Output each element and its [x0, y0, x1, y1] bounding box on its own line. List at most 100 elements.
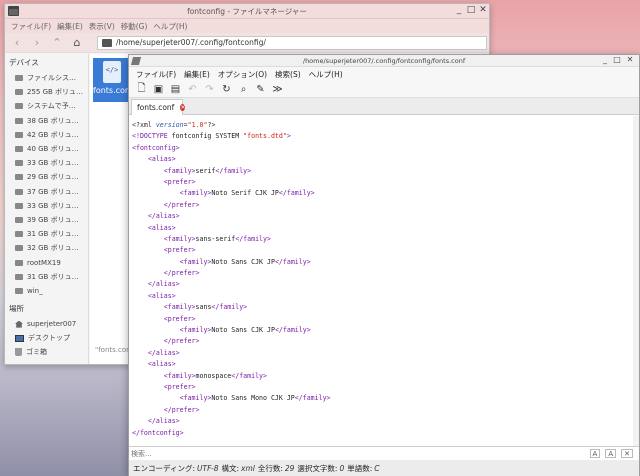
words-refresh-icon[interactable]: C: [374, 464, 379, 473]
sidebar-item-label: ファイルシス…: [27, 74, 76, 83]
editor-maximize-button[interactable]: □: [611, 55, 623, 64]
sidebar-item-label: 39 GB ボリュ…: [27, 215, 79, 224]
path-bar[interactable]: /home/superjeter007/.config/fontconfig/: [97, 35, 487, 50]
encoding-label: エンコーディング:: [133, 463, 196, 473]
menu-go[interactable]: 移動(G): [121, 21, 148, 32]
sidebar-item-label: ゴミ箱: [26, 348, 47, 357]
editor-menu-search[interactable]: 検索(S): [275, 69, 301, 80]
sidebar-device[interactable]: 31 GB ボリュ…: [5, 270, 88, 284]
match-case-button[interactable]: A: [589, 449, 601, 458]
editor-toolbar: 🗋 ▣ ▤ ↶ ↷ ↻ ⌕ ✎ ≫: [129, 81, 639, 98]
selected-value: 0: [339, 463, 345, 473]
maximize-button[interactable]: □: [465, 5, 477, 15]
sidebar-device[interactable]: 31 GB ボリュ…: [5, 227, 88, 241]
tab-close-icon[interactable]: ✕: [180, 104, 186, 111]
code-line: </prefer>: [163, 405, 200, 414]
sidebar-device[interactable]: 42 GB ボリュ…: [5, 128, 88, 142]
sidebar-item-desktop[interactable]: デスクトップ: [5, 331, 88, 345]
minimize-button[interactable]: _: [453, 5, 465, 15]
drive-icon: [15, 202, 23, 209]
undo-icon[interactable]: ↶: [187, 84, 198, 95]
code-line: </alias>: [147, 417, 180, 426]
search-icon[interactable]: ⌕: [238, 84, 249, 95]
sidebar-item-trash[interactable]: ゴミ箱: [5, 345, 88, 359]
sidebar-device[interactable]: システムで予…: [5, 99, 88, 113]
editor-titlebar[interactable]: /home/superjeter007/.config/fontconfig/f…: [129, 55, 639, 67]
sidebar-device[interactable]: 39 GB ボリュ…: [5, 213, 88, 227]
drive-icon: [15, 259, 23, 266]
close-button[interactable]: ✕: [477, 5, 489, 15]
editor-title: /home/superjeter007/.config/fontconfig/f…: [302, 57, 466, 65]
drive-icon: [15, 89, 23, 96]
code-editor[interactable]: <?xml version="1.0"?> <!DOCTYPE fontconf…: [129, 116, 639, 446]
replace-icon[interactable]: ✎: [255, 84, 266, 95]
sidebar-item-label: 42 GB ボリュ…: [27, 130, 79, 139]
save-icon[interactable]: ▤: [170, 84, 181, 95]
sidebar-device[interactable]: 29 GB ボリュ…: [5, 170, 88, 184]
trash-icon: [15, 348, 22, 357]
xml-file-icon: [103, 61, 121, 83]
menu-edit[interactable]: 編集(E): [57, 21, 83, 32]
new-file-icon[interactable]: 🗋: [136, 81, 147, 98]
code-line: <prefer>: [163, 177, 196, 186]
code-line: <alias>: [147, 360, 176, 369]
file-item-fonts-conf[interactable]: fonts.conf: [93, 58, 133, 102]
file-item-label: fonts.conf: [93, 86, 133, 95]
code-line: <alias>: [147, 223, 176, 232]
tab-label: fonts.conf: [137, 103, 175, 112]
syntax-value: xml: [241, 463, 255, 473]
editor-scrollbar[interactable]: [633, 116, 639, 446]
editor-close-button[interactable]: ✕: [624, 55, 636, 64]
sidebar-item-label: 29 GB ボリュ…: [27, 173, 79, 182]
editor-menu-edit[interactable]: 編集(E): [184, 69, 210, 80]
sidebar-device[interactable]: 33 GB ボリュ…: [5, 199, 88, 213]
code-line: </prefer>: [163, 269, 200, 278]
desktop-icon: [15, 334, 24, 342]
editor-menu-file[interactable]: ファイル(F): [136, 69, 176, 80]
code-line: <family>sans-serif</family>: [163, 234, 271, 243]
sidebar-device[interactable]: 38 GB ボリュ…: [5, 114, 88, 128]
redo-icon[interactable]: ↷: [204, 84, 215, 95]
drive-icon: [15, 273, 23, 280]
menu-view[interactable]: 表示(V): [89, 21, 115, 32]
editor-menu-help[interactable]: ヘルプ(H): [309, 69, 343, 80]
forward-arrow-icon[interactable]: ›: [31, 36, 43, 49]
drive-icon: [15, 174, 23, 181]
tab-fonts-conf[interactable]: fonts.conf ✕: [131, 99, 186, 115]
search-input[interactable]: [131, 448, 561, 459]
devices-header: デバイス: [9, 58, 39, 67]
folder-icon: [102, 38, 112, 47]
home-icon[interactable]: ⌂: [71, 36, 83, 49]
whole-word-button[interactable]: A: [605, 449, 617, 458]
code-line: <prefer>: [163, 314, 196, 323]
back-arrow-icon[interactable]: ‹: [11, 36, 23, 49]
sidebar-device[interactable]: 40 GB ボリュ…: [5, 142, 88, 156]
code-line: </alias>: [147, 212, 180, 221]
jump-icon[interactable]: ≫: [272, 84, 283, 95]
open-folder-icon[interactable]: ▣: [153, 84, 164, 95]
file-manager-titlebar[interactable]: fontconfig - ファイルマネージャー _ □ ✕: [5, 4, 489, 19]
code-line: </alias>: [147, 348, 180, 357]
sidebar-item-home[interactable]: superjeter007: [5, 317, 88, 331]
sidebar-item-label: 31 GB ボリュ…: [27, 230, 79, 239]
sidebar-device[interactable]: 32 GB ボリュ…: [5, 241, 88, 255]
reload-icon[interactable]: ↻: [221, 84, 232, 95]
code-line: <family>Noto Sans Mono CJK JP</family>: [179, 394, 331, 403]
code-line: <family>monospace</family>: [163, 371, 267, 380]
menu-help[interactable]: ヘルプ(H): [153, 21, 187, 32]
sidebar-device[interactable]: 33 GB ボリュ…: [5, 156, 88, 170]
code-line: <family>serif</family>: [163, 166, 252, 175]
sidebar-device[interactable]: 255 GB ボリュ…: [5, 85, 88, 99]
sidebar-device[interactable]: rootMX19: [5, 255, 88, 269]
encoding-value: UTF-8: [197, 463, 219, 473]
editor-minimize-button[interactable]: _: [599, 55, 611, 64]
close-search-button[interactable]: ✕: [621, 449, 633, 458]
sidebar-device[interactable]: 37 GB ボリュ…: [5, 185, 88, 199]
sidebar-device[interactable]: ファイルシス…: [5, 71, 88, 85]
search-options: A A ✕: [589, 449, 633, 458]
sidebar-device[interactable]: win_: [5, 284, 88, 298]
sidebar-item-label: superjeter007: [27, 320, 77, 329]
editor-menu-options[interactable]: オプション(O): [218, 69, 267, 80]
up-arrow-icon[interactable]: ⌃: [51, 36, 63, 49]
menu-file[interactable]: ファイル(F): [11, 21, 51, 32]
